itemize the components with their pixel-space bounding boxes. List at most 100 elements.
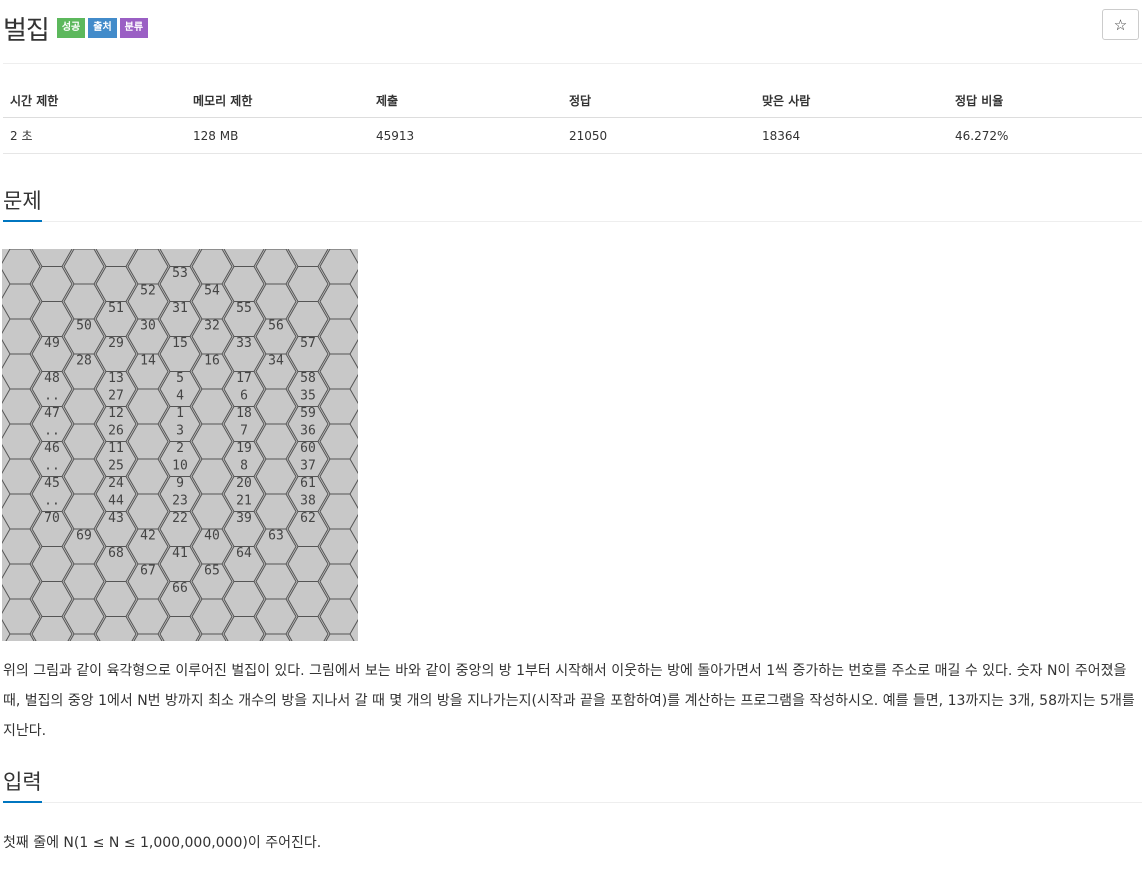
input-description: 첫째 줄에 N(1 ≤ N ≤ 1,000,000,000)이 주어진다. <box>3 835 322 851</box>
room-number-label: 24 <box>108 476 124 491</box>
room-number-label: 19 <box>236 441 252 456</box>
room-number-label: 59 <box>300 406 316 421</box>
room-number-label: 45 <box>44 476 60 491</box>
room-number-label: 44 <box>108 494 124 509</box>
room-number-label: .. <box>44 494 60 509</box>
room-number-label: 66 <box>172 581 188 596</box>
room-number-label: 37 <box>300 459 316 474</box>
value-accept-ratio: 46.272% <box>948 117 1142 154</box>
room-number-label: 64 <box>236 546 252 561</box>
badge-source[interactable]: 출처 <box>88 18 117 38</box>
room-number-label: 7 <box>240 424 248 439</box>
section-accent-problem <box>3 220 42 222</box>
room-number-label: .. <box>44 389 60 404</box>
room-number-label: 9 <box>176 476 184 491</box>
header-solved-users: 맞은 사람 <box>755 84 948 118</box>
room-number-label: 47 <box>44 406 60 421</box>
header-submissions: 제출 <box>369 84 562 118</box>
header-time-limit: 시간 제한 <box>3 84 186 118</box>
room-number-label: 22 <box>172 511 188 526</box>
room-number-label: 33 <box>236 336 252 351</box>
badge-success[interactable]: 성공 <box>56 18 86 38</box>
room-number-label: 70 <box>44 511 60 526</box>
room-number-label: 39 <box>236 511 252 526</box>
badge-category[interactable]: 분류 <box>119 18 149 38</box>
problem-title: 벌집 <box>3 15 50 46</box>
room-number-label: 54 <box>204 284 220 299</box>
room-number-label: 20 <box>236 476 252 491</box>
room-number-label: 17 <box>236 371 252 386</box>
value-submissions: 45913 <box>369 117 562 154</box>
room-number-label: 41 <box>172 546 188 561</box>
room-number-label: 11 <box>108 441 124 456</box>
value-accepted: 21050 <box>562 117 755 154</box>
room-number-label: 46 <box>44 441 60 456</box>
value-time-limit: 2 초 <box>3 117 186 154</box>
room-number-label: 10 <box>172 459 188 474</box>
room-number-label: 21 <box>236 494 252 509</box>
section-divider-problem <box>3 221 1142 222</box>
room-number-label: 48 <box>44 371 60 386</box>
problem-info-table: 시간 제한 메모리 제한 제출 정답 맞은 사람 정답 비율 2 초 128 M… <box>3 84 1142 154</box>
star-icon: ☆ <box>1113 15 1128 34</box>
honeycomb-diagram: 5352 5451 31 5550 30 32 5649 29 15 33 5728 14 16 3448… <box>0 213 361 687</box>
room-number-label: 30 <box>140 319 156 334</box>
room-number-label: 29 <box>108 336 124 351</box>
room-number-label: 5 <box>176 371 184 386</box>
room-number-label: 49 <box>44 336 60 351</box>
room-number-label: 16 <box>204 354 220 369</box>
room-number-label: 69 <box>76 529 92 544</box>
room-number-label: 36 <box>300 424 316 439</box>
value-solved-users: 18364 <box>755 117 948 154</box>
room-number-label: 42 <box>140 529 156 544</box>
room-number-label: 18 <box>236 406 252 421</box>
room-number-label: 26 <box>108 424 124 439</box>
problem-description: 위의 그림과 같이 육각형으로 이루어진 벌집이 있다. 그림에서 보는 바와 … <box>3 663 1135 739</box>
room-number-label: 32 <box>204 319 220 334</box>
room-number-label: 27 <box>108 389 124 404</box>
header-divider <box>3 63 1142 64</box>
room-number-label: 1 <box>176 406 184 421</box>
room-number-label: 68 <box>108 546 124 561</box>
honeycomb-figure: 53 52 54 51 31 55 50 30 32 56 49 29 15 33 57 28 14 16 34 48… <box>0 213 361 687</box>
info-value-row: 2 초 128 MB 45913 21050 18364 46.272% <box>3 117 1142 154</box>
room-number-label: 4 <box>176 389 184 404</box>
room-number-label: .. <box>44 424 60 439</box>
room-number-label: 60 <box>300 441 316 456</box>
section-title-input: 입력 <box>3 770 42 794</box>
header-accept-ratio: 정답 비율 <box>948 84 1142 118</box>
room-number-label: 43 <box>108 511 124 526</box>
room-number-label: 6 <box>240 389 248 404</box>
room-number-label: 55 <box>236 301 252 316</box>
problem-header: 벌집 성공 출처 분류 <box>3 8 151 48</box>
room-number-label: 14 <box>140 354 156 369</box>
section-divider-input <box>3 802 1142 803</box>
room-number-label: 52 <box>140 284 156 299</box>
room-number-label: 51 <box>108 301 124 316</box>
room-number-label: 56 <box>268 319 284 334</box>
room-number-label: 58 <box>300 371 316 386</box>
room-number-label: 67 <box>140 564 156 579</box>
header-memory-limit: 메모리 제한 <box>186 84 369 118</box>
section-accent-input <box>3 801 42 803</box>
room-number-label: 61 <box>300 476 316 491</box>
room-number-label: 3 <box>176 424 184 439</box>
room-number-label: 31 <box>172 301 188 316</box>
room-number-label: 63 <box>268 529 284 544</box>
value-memory-limit: 128 MB <box>186 117 369 154</box>
room-number-label: 12 <box>108 406 124 421</box>
room-number-label: 40 <box>204 529 220 544</box>
room-number-label: 28 <box>76 354 92 369</box>
room-number-label: 34 <box>268 354 284 369</box>
room-number-label: 15 <box>172 336 188 351</box>
room-number-label: 38 <box>300 494 316 509</box>
favorite-button[interactable]: ☆ <box>1102 9 1139 40</box>
room-number-label: 25 <box>108 459 124 474</box>
room-number-label: 13 <box>108 371 124 386</box>
room-number-label: 57 <box>300 336 316 351</box>
room-number-label: 23 <box>172 494 188 509</box>
room-number-label: 35 <box>300 389 316 404</box>
room-number-label: 8 <box>240 459 248 474</box>
room-number-label: 50 <box>76 319 92 334</box>
room-number-label: 2 <box>176 441 184 456</box>
